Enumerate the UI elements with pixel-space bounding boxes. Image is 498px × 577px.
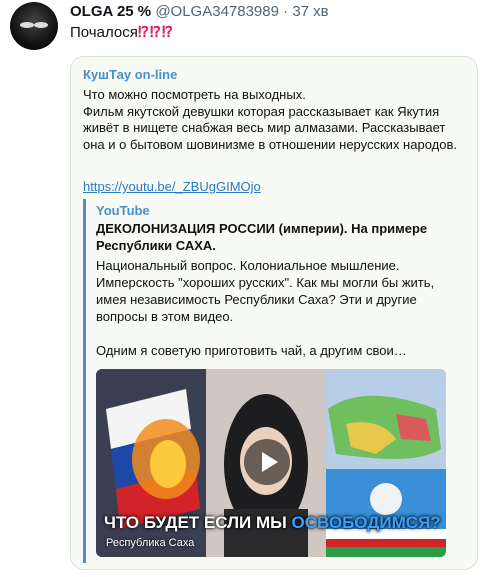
post-text: Что можно посмотреть на выходных. Фильм …	[83, 87, 467, 153]
thumbnail-caption: ЧТО БУДЕТ ЕСЛИ МЫ ОСВОБОДИМСЯ?	[104, 513, 441, 533]
telegram-message: КушТау on-line Что можно посмотреть на в…	[71, 57, 477, 569]
avatar-eye	[34, 22, 48, 28]
tweet-text: Почалося⁉⁉⁉	[70, 23, 174, 41]
user-handle[interactable]: @OLGA34783989	[155, 3, 279, 20]
avatar-eye	[20, 22, 34, 28]
video-thumbnail[interactable]: ЧТО БУДЕТ ЕСЛИ МЫ ОСВОБОДИМСЯ? Республик…	[96, 369, 446, 557]
fire-core	[150, 440, 186, 488]
attached-image[interactable]: КушТау on-line Что можно посмотреть на в…	[70, 56, 478, 570]
channel-name[interactable]: КушТау on-line	[83, 67, 177, 82]
timestamp[interactable]: 37 хв	[292, 3, 328, 20]
sakha-flag-sun	[370, 483, 402, 515]
post-line: Фильм якутской девушки которая рассказыв…	[83, 103, 457, 152]
post-line: Что можно посмотреть на выходных.	[83, 87, 306, 102]
display-name[interactable]: OLGA 25 %	[70, 3, 151, 20]
interrobang-marks: ⁉⁉⁉	[137, 24, 174, 41]
tweet-text-body: Почалося	[70, 24, 138, 41]
preview-description: Национальный вопрос. Колониальное мышлен…	[96, 258, 435, 324]
video-link[interactable]: https://youtu.be/_ZBUgGIMOjo	[83, 179, 261, 194]
sakha-flag-green	[316, 547, 446, 557]
caption-highlight: ОСВОБОДИМСЯ?	[291, 513, 441, 532]
thumbnail-subcaption: Республика Саха	[106, 537, 195, 549]
separator: ·	[283, 3, 289, 20]
avatar[interactable]	[10, 2, 58, 50]
preview-title: ДЕКОЛОНИЗАЦИЯ РОССИИ (империи). На приме…	[96, 221, 428, 253]
sakha-flag-red	[316, 539, 446, 547]
caption-text: ЧТО БУДЕТ ЕСЛИ МЫ	[104, 513, 292, 532]
link-preview[interactable]: YouTube ДЕКОЛОНИЗАЦИЯ РОССИИ (империи). …	[83, 199, 470, 563]
preview-description-more: Одним я советую приготовить чай, а други…	[96, 343, 407, 358]
tweet-header: OLGA 25 % @OLGA34783989 · 37 хв	[70, 3, 329, 20]
preview-source: YouTube	[96, 203, 150, 218]
play-button-icon[interactable]	[244, 439, 290, 485]
